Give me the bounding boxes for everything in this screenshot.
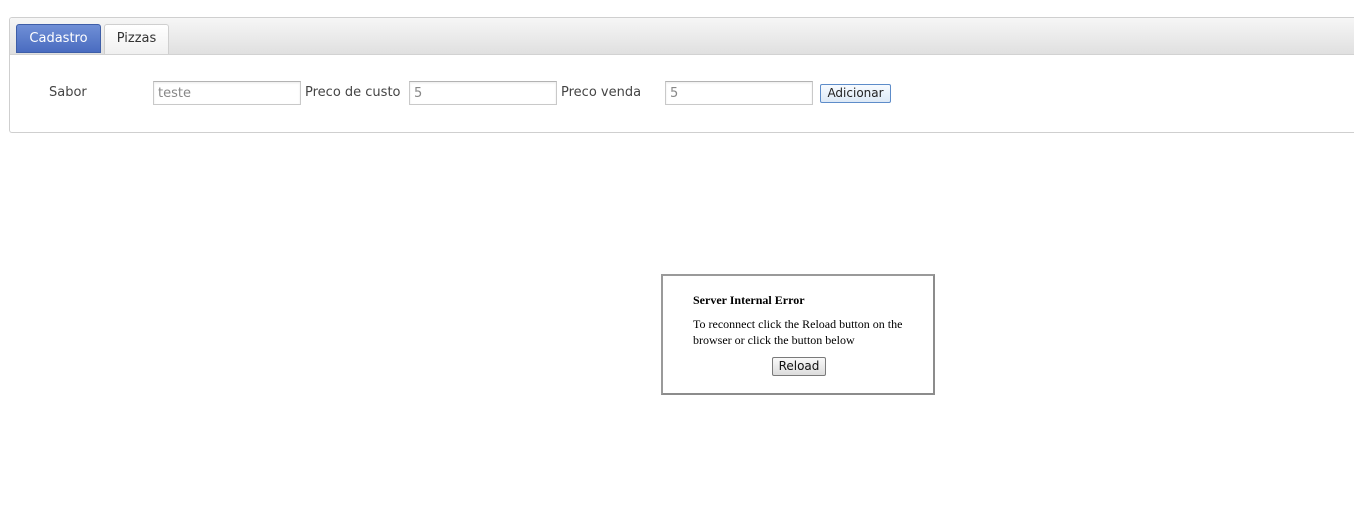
tab-bar: Cadastro Pizzas (10, 18, 1354, 55)
sabor-input[interactable] (153, 81, 301, 105)
server-error-dialog: Server Internal Error To reconnect click… (661, 274, 935, 395)
preco-custo-label: Preco de custo (305, 85, 401, 100)
adicionar-button[interactable]: Adicionar (820, 84, 891, 103)
tab-pizzas[interactable]: Pizzas (104, 24, 169, 54)
tab-cadastro[interactable]: Cadastro (16, 24, 101, 53)
preco-custo-input[interactable] (409, 81, 557, 105)
reload-button[interactable]: Reload (772, 357, 826, 376)
error-message: To reconnect click the Reload button on … (693, 317, 903, 347)
preco-venda-label: Preco venda (561, 85, 642, 100)
sabor-label: Sabor (49, 85, 87, 100)
preco-venda-input[interactable] (665, 81, 813, 105)
error-title: Server Internal Error (693, 293, 805, 307)
tab-panel: Cadastro Pizzas (9, 17, 1354, 133)
page: Cadastro Pizzas Sabor Preco de custo Pre… (0, 0, 1354, 511)
